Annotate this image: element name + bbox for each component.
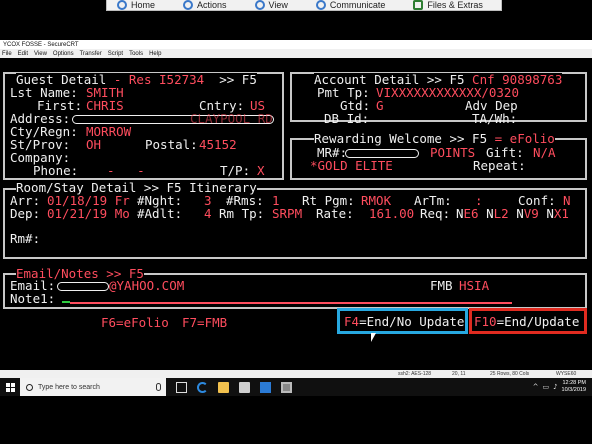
communicate-icon [315, 0, 326, 10]
terminal-size: 25 Rows, 80 Cols [490, 371, 530, 377]
home-icon [117, 0, 127, 10]
f7-fmb-key[interactable]: F7=FMB [182, 315, 227, 330]
email-redaction [57, 282, 109, 291]
tray-chevron-icon[interactable]: ^ [533, 383, 539, 391]
room-number-label: Rm#: [10, 231, 41, 246]
adults-value[interactable]: 4 [204, 207, 212, 220]
ssh-cipher: ssh2: AES-128 [398, 371, 432, 377]
email-value[interactable]: @YAHOO.COM [109, 279, 184, 292]
guaranteed-value[interactable]: G [376, 99, 384, 112]
remote-files-button[interactable]: Files & Extras [413, 0, 483, 10]
rewards-header: Rewarding Welcome >> F5 = eFolio [314, 131, 555, 146]
actions-icon [183, 0, 194, 10]
terminal-emulation: WYSE60 [556, 371, 577, 377]
remote-home-button[interactable]: Home [117, 0, 155, 10]
start-button[interactable] [0, 378, 20, 396]
securecrt-taskbar-icon[interactable] [281, 381, 292, 393]
menu-transfer[interactable]: Transfer [80, 51, 102, 57]
request-label: Req: [420, 206, 451, 221]
clock-date: 10/3/2019 [561, 387, 586, 393]
mouse-pointer-icon [371, 333, 376, 342]
remote-actions-button[interactable]: Actions [183, 0, 227, 10]
store-icon[interactable] [239, 381, 250, 393]
db-id-label: DB Id: [324, 111, 370, 126]
menu-edit[interactable]: Edit [18, 51, 28, 57]
departure-label: Dep: [10, 206, 41, 221]
file-explorer-icon[interactable] [218, 381, 229, 393]
windows-logo-icon [5, 382, 15, 392]
task-view-icon[interactable] [176, 381, 187, 393]
address-value[interactable]: CLAYPOOL RD [190, 112, 273, 125]
view-icon [254, 0, 265, 10]
status-bar: ssh2: AES-128 20, 11 25 Rows, 80 Cols WY… [0, 370, 592, 378]
f4-end-no-update-key[interactable]: F4=End/No Update [344, 314, 464, 329]
menu-view[interactable]: View [34, 51, 47, 57]
taskbar-search[interactable]: Type here to search [20, 378, 166, 396]
departure-value[interactable]: 01/21/19 Mo [47, 207, 130, 220]
fmb-label: FMB [430, 278, 453, 293]
system-tray: ^ ▭ ♪ 12:28 PM 10/3/2019 [533, 380, 592, 394]
menu-file[interactable]: File [2, 51, 12, 57]
tier-status: *GOLD ELITE [310, 158, 393, 173]
window-title: YCOX FOSSE - SecureCRT [0, 40, 592, 49]
network-icon[interactable]: ▭ [542, 383, 549, 391]
menu-bar: File Edit View Options Transfer Script T… [0, 49, 592, 58]
clock[interactable]: 12:28 PM 10/3/2019 [562, 380, 586, 394]
search-icon [26, 383, 33, 391]
phone-label: Phone: [33, 163, 79, 178]
room-type-value[interactable]: SRPM [272, 207, 302, 220]
request-codes[interactable]: NE6 NL2 NV9 NX1 [456, 207, 569, 220]
search-placeholder: Type here to search [38, 383, 100, 391]
postal-value[interactable]: 45152 [199, 138, 237, 151]
remote-toolbar: Home Actions View Communicate Files & Ex… [106, 0, 502, 11]
files-icon [413, 0, 424, 10]
menu-tools[interactable]: Tools [129, 51, 143, 57]
notes-input-field[interactable] [70, 302, 512, 304]
f10-end-update-key[interactable]: F10=End/Update [474, 314, 579, 329]
taskbar: Type here to search ^ ▭ ♪ 12:28 PM 10/3/… [0, 378, 592, 396]
phone-value[interactable]: - - [107, 164, 145, 177]
fmb-value[interactable]: HSIA [459, 279, 489, 292]
menu-options[interactable]: Options [53, 51, 74, 57]
tp-label: T/P: [220, 163, 251, 178]
ta-wh-label: TA/Wh: [472, 111, 518, 126]
tp-value[interactable]: X [257, 164, 265, 177]
room-type-label: Rm Tp: [219, 206, 265, 221]
state-value[interactable]: OH [86, 138, 101, 151]
gift-value[interactable]: N/A [533, 146, 556, 159]
adults-label: #Adlt: [137, 206, 183, 221]
member-number-redaction [345, 149, 419, 158]
f6-efolio-key[interactable]: F6=eFolio [101, 315, 169, 330]
edge-browser-icon[interactable] [197, 381, 208, 393]
menu-help[interactable]: Help [149, 51, 161, 57]
volume-icon[interactable]: ♪ [553, 383, 557, 391]
microphone-icon[interactable] [156, 383, 161, 391]
postal-label: Postal: [145, 137, 198, 152]
text-cursor [62, 301, 70, 303]
notes-label: Note1: [10, 291, 56, 306]
points-label: POINTS [430, 145, 476, 160]
menu-script[interactable]: Script [108, 51, 123, 57]
clock-time: 12:28 PM [562, 380, 586, 386]
remote-view-button[interactable]: View [254, 0, 288, 10]
first-name-value[interactable]: CHRIS [86, 99, 124, 112]
rate-label: Rate: [316, 206, 354, 221]
repeat-label: Repeat: [473, 158, 526, 173]
cursor-position: 20, 11 [452, 371, 466, 377]
remote-communicate-button[interactable]: Communicate [315, 0, 385, 10]
rate-value[interactable]: 161.00 [369, 207, 414, 220]
mail-icon[interactable] [260, 381, 271, 393]
